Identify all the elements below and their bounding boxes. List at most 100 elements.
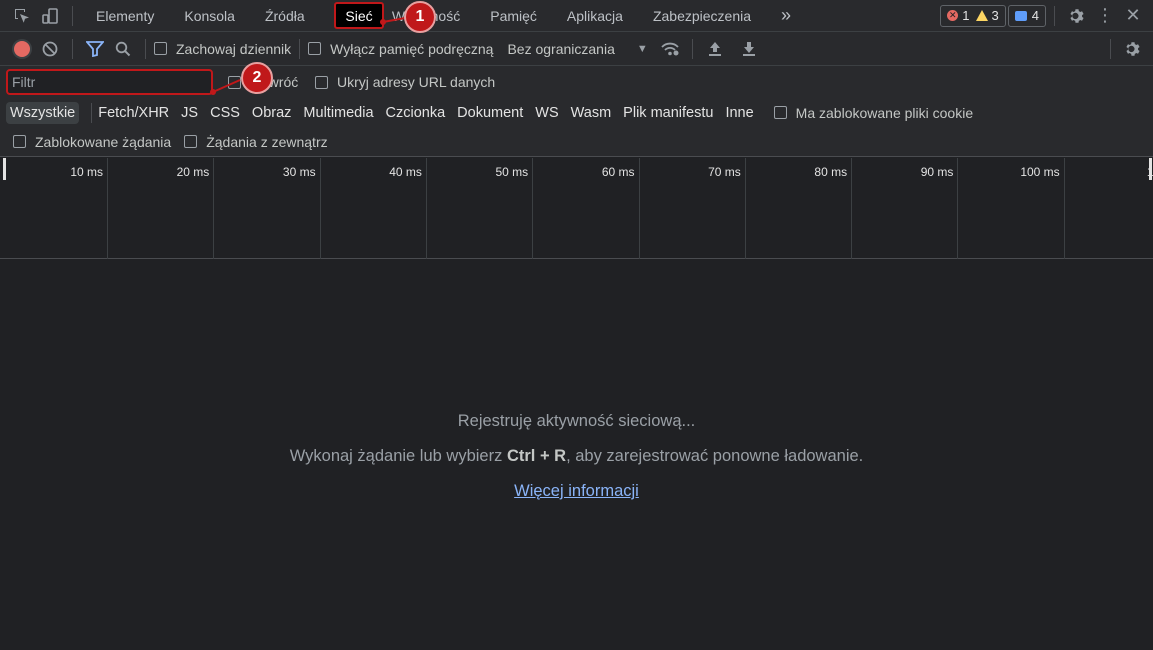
settings-gear-icon[interactable] — [1063, 2, 1091, 30]
chevron-down-icon: ▼ — [636, 42, 648, 55]
tab-5[interactable]: Pamięć — [475, 0, 552, 32]
learn-more-wrapper: Więcej informacji — [0, 482, 1153, 501]
tab-active-label[interactable]: Sieć — [334, 2, 384, 29]
timeline-gridline — [107, 158, 108, 259]
shortcut-keys: Ctrl + R — [506, 447, 567, 465]
timeline-tick-label: 50 ms — [495, 165, 529, 179]
timeline-gridline — [1063, 158, 1065, 259]
divider — [1054, 5, 1055, 26]
divider — [145, 38, 146, 59]
hide-data-urls-checkbox[interactable]: Ukryj adresy URL danych — [315, 74, 495, 90]
timeline-gridline — [319, 158, 321, 259]
type-filter-0[interactable]: Wszystkie — [6, 101, 80, 124]
type-filter-1[interactable]: Fetch/XHR — [98, 105, 169, 121]
blocked-cookies-checkbox[interactable]: Ma zablokowane pliki cookie — [773, 104, 974, 121]
timeline-gridline — [957, 158, 959, 259]
type-filter-6[interactable]: Czcionka — [386, 105, 446, 121]
search-icon[interactable] — [109, 35, 137, 63]
timeline-overview[interactable]: 10 ms 20 ms 30 ms 40 ms 50 ms 60 ms 70 ms 80 ms… — [0, 158, 1153, 259]
type-filter-7[interactable]: Dokument — [457, 105, 523, 121]
timeline-gridline — [213, 158, 215, 259]
learn-more-link[interactable]: Więcej informacji — [514, 482, 639, 500]
timeline-tick-label: 80 ms — [814, 165, 848, 179]
device-toolbar-icon[interactable] — [36, 2, 64, 30]
checkbox-box[interactable] — [184, 135, 198, 148]
network-toolbar: Zachowaj dziennik Wyłącz pamięć podręczn… — [0, 32, 1153, 66]
annotation-marker-2: 2 — [241, 62, 273, 94]
filter-funnel-icon[interactable] — [81, 35, 109, 63]
reload-hint-after: , aby zarejestrować ponowne ładowanie. — [566, 447, 864, 465]
timeline-tick-label: 60 ms — [601, 165, 635, 179]
more-tabs-button[interactable]: » — [766, 0, 806, 32]
reload-hint: Wykonaj żądanie lub wybierz Ctrl + R, ab… — [0, 447, 1153, 466]
network-settings-gear-icon[interactable] — [1119, 35, 1147, 63]
resource-type-filters: Wszystkie Fetch/XHR JS CSS Obraz Multimedia Cz… — [0, 98, 1153, 127]
type-filter-5[interactable]: Multimedia — [303, 105, 373, 121]
error-icon: ✕ — [947, 10, 959, 21]
type-filter-11[interactable]: Inne — [725, 105, 753, 121]
timeline-gridline — [638, 158, 640, 259]
preserve-log-checkbox[interactable]: Zachowaj dziennik — [154, 41, 291, 57]
divider — [72, 5, 73, 26]
warning-icon — [975, 10, 988, 21]
timeline-gridline — [851, 158, 853, 259]
checkbox-box[interactable] — [315, 75, 328, 89]
timeline-gridline — [532, 158, 534, 259]
messages-counter[interactable]: 4 — [1007, 4, 1046, 27]
blocked-requests-checkbox[interactable]: Zablokowane żądania — [13, 134, 171, 150]
export-har-icon[interactable] — [735, 35, 763, 63]
timeline-tick-label: 10 ms — [70, 165, 103, 179]
divider — [91, 102, 93, 123]
timeline-tick-label: 70 ms — [708, 165, 741, 179]
type-filter-3[interactable]: CSS — [210, 105, 240, 121]
timeline-tick-label: 100 ms — [1020, 165, 1060, 179]
timeline-tick-label: 110 — [1146, 165, 1153, 179]
third-party-checkbox[interactable]: Żądania z zewnątrz — [184, 133, 328, 150]
tab-6[interactable]: Aplikacja — [552, 0, 638, 32]
tab-0[interactable]: Elementy — [81, 0, 169, 32]
type-filter-10[interactable]: Plik manifestu — [623, 105, 713, 121]
type-buttons: Wszystkie Fetch/XHR JS CSS Obraz Multimedia Cz… — [0, 101, 766, 124]
type-filter-8[interactable]: WS — [535, 105, 558, 121]
checkbox-box[interactable] — [154, 42, 167, 55]
tab-1[interactable]: Konsola — [169, 0, 250, 32]
tab-7[interactable]: Zabezpieczenia — [638, 0, 766, 32]
divider — [691, 38, 693, 59]
checkbox-box[interactable] — [773, 106, 787, 119]
type-filter-2[interactable]: JS — [181, 105, 198, 121]
checkbox-box[interactable] — [13, 135, 26, 148]
request-options-bar: Zablokowane żądania Żądania z zewnątrz — [0, 127, 1153, 157]
issues-counter[interactable]: ✕ 1 3 — [940, 4, 1006, 27]
disable-cache-checkbox[interactable]: Wyłącz pamięć podręczną — [308, 41, 493, 57]
message-icon — [1014, 10, 1027, 21]
network-conditions-icon[interactable] — [656, 35, 684, 63]
throttling-select[interactable]: Bez ograniczania ▼ — [507, 41, 647, 57]
warning-count: 3 — [991, 8, 999, 23]
timeline-gridline — [425, 158, 427, 259]
third-party-label: Żądania z zewnątrz — [206, 133, 328, 150]
clear-icon[interactable] — [36, 35, 64, 63]
throttling-value: Bez ograniczania — [507, 40, 615, 57]
inspect-element-icon[interactable] — [8, 2, 36, 30]
tab-2[interactable]: Źródła — [250, 0, 320, 32]
disable-cache-label: Wyłącz pamięć podręczną — [330, 40, 494, 57]
checkbox-box[interactable] — [308, 42, 322, 55]
more-options-icon[interactable]: ⋮ — [1091, 2, 1119, 30]
type-filter-9[interactable]: Wasm — [571, 105, 612, 121]
import-har-icon[interactable] — [701, 35, 729, 63]
timeline-tick-label: 40 ms — [389, 165, 422, 179]
type-filter-4[interactable]: Obraz — [252, 105, 292, 121]
error-count: 1 — [962, 8, 970, 23]
record-icon — [14, 40, 30, 57]
close-icon[interactable]: ✕ — [1119, 2, 1147, 30]
divider — [1110, 38, 1111, 59]
timeline-left-handle[interactable] — [3, 158, 6, 180]
divider — [299, 38, 301, 59]
filter-input[interactable] — [6, 69, 213, 95]
blocked-cookies-label: Ma zablokowane pliki cookie — [795, 104, 974, 121]
record-button[interactable] — [8, 35, 36, 63]
timeline-gridline — [744, 158, 746, 259]
blocked-requests-label: Zablokowane żądania — [35, 133, 172, 150]
annotation-marker-1: 1 — [404, 1, 436, 33]
checkbox-box[interactable] — [228, 75, 241, 89]
